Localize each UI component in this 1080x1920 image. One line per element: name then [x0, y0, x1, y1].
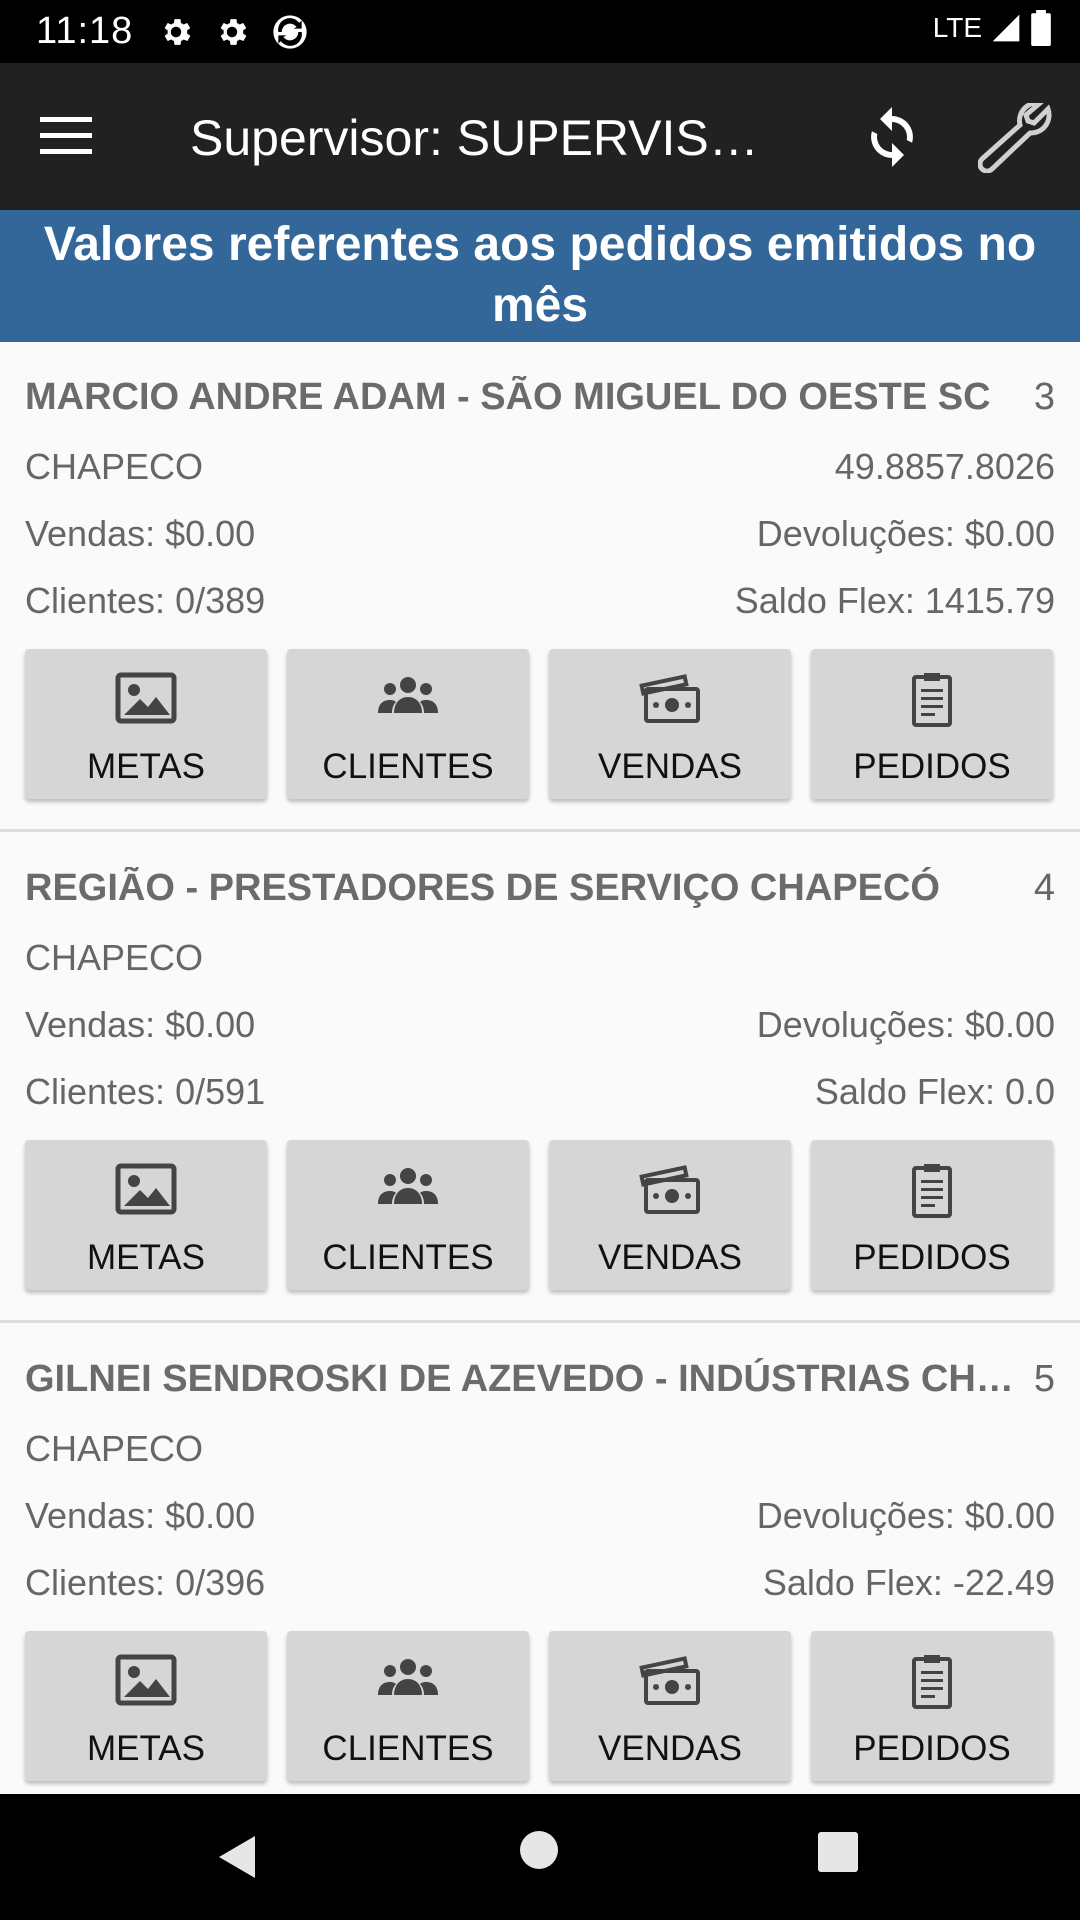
home-icon[interactable] [520, 1831, 558, 1869]
clientes-label: Clientes: 0/591 [25, 1071, 266, 1112]
clientes-label: CLIENTES [322, 1238, 494, 1277]
card-header: GILNEI SENDROSKI DE AZEVEDO - INDÚSTRIAS… [25, 1358, 1055, 1401]
card-location-row: CHAPECO [25, 937, 1055, 979]
money-icon [639, 1656, 700, 1705]
app-toolbar: Supervisor: SUPERVISOR CHAPECO [0, 63, 1080, 210]
money-icon [639, 1165, 700, 1214]
image-icon [115, 672, 177, 724]
refresh-icon[interactable] [856, 101, 928, 173]
clientes-label: Clientes: 0/396 [25, 1562, 266, 1603]
status-time: 11:18 [36, 10, 134, 52]
pedidos-button[interactable]: PEDIDOS [811, 1140, 1053, 1290]
card-sales-row: Vendas: $0.00 Devoluções: $0.00 [25, 513, 1055, 555]
clipboard-icon [912, 1164, 952, 1218]
notification-icons [158, 12, 310, 52]
pedidos-button[interactable]: PEDIDOS [811, 649, 1053, 799]
clientes-label: CLIENTES [322, 747, 494, 786]
sync-app-icon [273, 15, 307, 49]
image-icon [115, 1654, 177, 1706]
representative-number: 4 [1033, 867, 1055, 909]
card-actions: METAS CLIENTES VENDAS PEDIDOS [25, 1631, 1055, 1781]
card-actions: METAS CLIENTES VENDAS PEDIDOS [25, 1140, 1055, 1290]
back-icon[interactable] [215, 1834, 259, 1880]
code-label: 49.8857.8026 [834, 446, 1055, 487]
saldo-flex-label: Saldo Flex: 0.0 [814, 1071, 1055, 1112]
vendas-button[interactable]: VENDAS [549, 1631, 791, 1781]
page-title: Supervisor: SUPERVISOR CHAPECO [190, 110, 790, 166]
pedidos-label: PEDIDOS [853, 747, 1011, 786]
representative-card: REGIÃO - PRESTADORES DE SERVIÇO CHAPECÓ … [0, 833, 1080, 1323]
group-icon [378, 677, 438, 713]
card-location-row: CHAPECO [25, 1428, 1055, 1470]
vendas-label: VENDAS [598, 747, 742, 786]
saldo-flex-label: Saldo Flex: -22.49 [762, 1562, 1055, 1603]
metas-label: METAS [87, 747, 205, 786]
representative-name: GILNEI SENDROSKI DE AZEVEDO - INDÚSTRIAS… [25, 1358, 1015, 1400]
recents-icon[interactable] [818, 1832, 858, 1872]
card-clients-row: Clientes: 0/389 Saldo Flex: 1415.79 [25, 580, 1055, 622]
city-label: CHAPECO [25, 937, 204, 978]
pedidos-label: PEDIDOS [853, 1238, 1011, 1277]
vendas-label: VENDAS [598, 1238, 742, 1277]
representative-card: GILNEI SENDROSKI DE AZEVEDO - INDÚSTRIAS… [0, 1324, 1080, 1814]
metas-label: METAS [87, 1238, 205, 1277]
clientes-label: Clientes: 0/389 [25, 580, 266, 621]
city-label: CHAPECO [25, 446, 204, 487]
info-banner: Valores referentes aos pedidos emitidos … [0, 210, 1080, 342]
group-icon [378, 1168, 438, 1204]
image-icon [115, 1163, 177, 1215]
clientes-button[interactable]: CLIENTES [287, 1631, 529, 1781]
saldo-flex-label: Saldo Flex: 1415.79 [734, 580, 1055, 621]
vendas-button[interactable]: VENDAS [549, 1140, 791, 1290]
wrench-icon[interactable] [978, 103, 1054, 173]
clientes-button[interactable]: CLIENTES [287, 1140, 529, 1290]
clientes-button[interactable]: CLIENTES [287, 649, 529, 799]
metas-button[interactable]: METAS [25, 649, 267, 799]
clipboard-icon [912, 1655, 952, 1709]
system-nav-bar [0, 1794, 1080, 1920]
city-label: CHAPECO [25, 1428, 204, 1469]
devolucoes-label: Devoluções: $0.00 [756, 1004, 1055, 1045]
metas-label: METAS [87, 1729, 205, 1768]
gear-icon [220, 19, 247, 45]
devolucoes-label: Devoluções: $0.00 [756, 1495, 1055, 1536]
devolucoes-label: Devoluções: $0.00 [756, 513, 1055, 554]
menu-icon[interactable] [40, 113, 96, 159]
card-location-row: CHAPECO 49.8857.8026 [25, 446, 1055, 488]
metas-button[interactable]: METAS [25, 1140, 267, 1290]
network-type: LTE [932, 12, 982, 43]
card-header: REGIÃO - PRESTADORES DE SERVIÇO CHAPECÓ … [25, 867, 1055, 910]
gear-icon [164, 19, 191, 45]
vendas-button[interactable]: VENDAS [549, 649, 791, 799]
clipboard-icon [912, 673, 952, 727]
pedidos-button[interactable]: PEDIDOS [811, 1631, 1053, 1781]
vendas-label: VENDAS [598, 1729, 742, 1768]
pedidos-label: PEDIDOS [853, 1729, 1011, 1768]
card-header: MARCIO ANDRE ADAM - SÃO MIGUEL DO OESTE … [25, 376, 1055, 419]
representative-name: REGIÃO - PRESTADORES DE SERVIÇO CHAPECÓ [25, 867, 940, 909]
card-actions: METAS CLIENTES VENDAS PEDIDOS [25, 649, 1055, 799]
representative-number: 5 [1033, 1358, 1055, 1400]
representative-card: MARCIO ANDRE ADAM - SÃO MIGUEL DO OESTE … [0, 342, 1080, 832]
card-clients-row: Clientes: 0/591 Saldo Flex: 0.0 [25, 1071, 1055, 1113]
money-icon [639, 674, 700, 723]
status-right: LTE [933, 10, 1052, 46]
representative-name: MARCIO ANDRE ADAM - SÃO MIGUEL DO OESTE … [25, 376, 991, 418]
vendas-label: Vendas: $0.00 [25, 513, 256, 554]
representative-number: 3 [1033, 376, 1055, 418]
card-clients-row: Clientes: 0/396 Saldo Flex: -22.49 [25, 1562, 1055, 1604]
battery-icon [1031, 10, 1051, 46]
vendas-label: Vendas: $0.00 [25, 1004, 256, 1045]
signal-icon [992, 14, 1020, 42]
vendas-label: Vendas: $0.00 [25, 1495, 256, 1536]
metas-button[interactable]: METAS [25, 1631, 267, 1781]
status-bar: 11:18 LTE [0, 0, 1080, 63]
clientes-label: CLIENTES [322, 1729, 494, 1768]
card-sales-row: Vendas: $0.00 Devoluções: $0.00 [25, 1004, 1055, 1046]
group-icon [378, 1659, 438, 1695]
card-sales-row: Vendas: $0.00 Devoluções: $0.00 [25, 1495, 1055, 1537]
